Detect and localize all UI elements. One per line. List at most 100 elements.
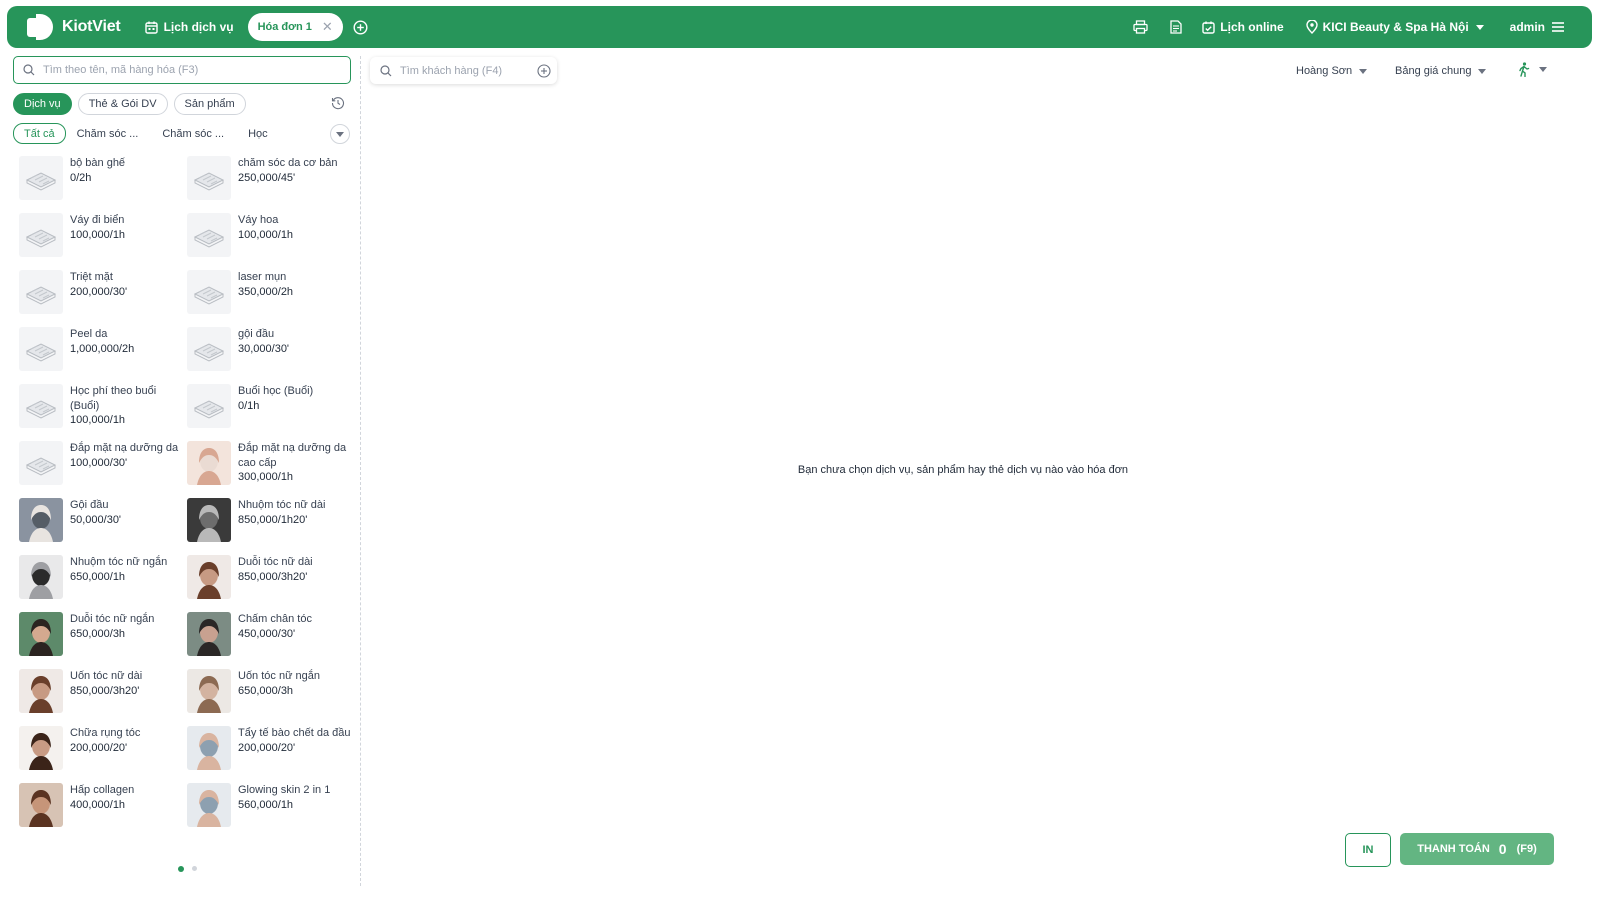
pay-shortcut: (F9) bbox=[1516, 843, 1537, 855]
pay-button-label: THANH TOÁN bbox=[1417, 843, 1490, 855]
customer-search-input[interactable] bbox=[398, 63, 532, 78]
calendar-icon bbox=[144, 21, 158, 34]
product-card[interactable]: Uốn tóc nữ dài 850,000/3h20' bbox=[19, 669, 187, 726]
online-schedule-link[interactable]: Lịch online bbox=[1202, 20, 1284, 34]
product-thumbnail bbox=[19, 555, 63, 599]
page-dot[interactable] bbox=[178, 866, 184, 872]
chevron-down-icon bbox=[1478, 68, 1487, 74]
product-card[interactable]: Đắp mặt nạ dưỡng da cao cấp 300,000/1h bbox=[187, 441, 355, 498]
branch-selector[interactable]: KICI Beauty & Spa Hà Nội bbox=[1305, 20, 1484, 34]
product-info: Học phí theo buổi (Buổi) 100,000/1h bbox=[70, 384, 187, 428]
product-price: 100,000/1h bbox=[238, 228, 294, 241]
search-icon bbox=[23, 64, 35, 76]
category-tab-cards-packages[interactable]: Thẻ & Gói DV bbox=[77, 93, 168, 115]
subcategory-item[interactable]: Chăm sóc ... bbox=[77, 128, 139, 140]
online-schedule-label: Lịch online bbox=[1220, 20, 1284, 34]
print-icon[interactable] bbox=[1133, 20, 1148, 34]
brand-logo[interactable]: KiotViet bbox=[27, 14, 121, 40]
product-info: Tẩy tế bào chết da đầu 200,000/20' bbox=[238, 726, 351, 755]
product-price: 850,000/3h20' bbox=[70, 684, 140, 697]
product-placeholder-icon bbox=[187, 213, 231, 257]
product-card[interactable]: Học phí theo buổi (Buổi) 100,000/1h bbox=[19, 384, 187, 441]
product-card[interactable]: Buổi học (Buổi) 0/1h bbox=[187, 384, 355, 441]
add-customer-icon[interactable] bbox=[537, 63, 551, 78]
product-card[interactable]: laser mụn 350,000/2h bbox=[187, 270, 355, 327]
product-card[interactable]: chăm sóc da cơ bản 250,000/45' bbox=[187, 156, 355, 213]
user-menu[interactable]: admin bbox=[1510, 20, 1564, 34]
product-placeholder-icon bbox=[19, 156, 63, 200]
product-info: laser mụn 350,000/2h bbox=[238, 270, 293, 299]
product-card[interactable]: Đắp mặt nạ dưỡng da 100,000/30' bbox=[19, 441, 187, 498]
product-info: Nhuộm tóc nữ dài 850,000/1h20' bbox=[238, 498, 325, 527]
product-card[interactable]: Gội đầu 50,000/30' bbox=[19, 498, 187, 555]
product-thumbnail bbox=[187, 669, 231, 713]
product-card[interactable]: bộ bàn ghế 0/2h bbox=[19, 156, 187, 213]
product-card[interactable]: Duỗi tóc nữ dài 850,000/3h20' bbox=[187, 555, 355, 612]
product-search-input[interactable] bbox=[41, 63, 325, 77]
product-card[interactable]: Nhuộm tóc nữ ngắn 650,000/1h bbox=[19, 555, 187, 612]
product-card[interactable]: Váy đi biển 100,000/1h bbox=[19, 213, 187, 270]
product-card[interactable]: Tẩy tế bào chết da đầu 200,000/20' bbox=[187, 726, 355, 783]
product-card[interactable]: gội đầu 30,000/30' bbox=[187, 327, 355, 384]
add-tab-icon[interactable] bbox=[353, 19, 368, 35]
product-name: Tẩy tế bào chết da đầu bbox=[238, 727, 351, 739]
chevron-down-icon bbox=[336, 131, 344, 137]
history-icon[interactable] bbox=[331, 96, 345, 110]
product-card[interactable]: Chấm chân tóc 450,000/30' bbox=[187, 612, 355, 669]
subcategory-item[interactable]: Chăm sóc ... bbox=[162, 128, 224, 140]
category-tab-products[interactable]: Sản phẩm bbox=[173, 93, 246, 115]
document-icon[interactable] bbox=[1170, 20, 1182, 34]
staff-select-value: Hoàng Sơn bbox=[1296, 65, 1353, 77]
product-grid: bộ bàn ghế 0/2h chăm sóc da cơ bản 250,000/… bbox=[19, 156, 355, 840]
product-card[interactable]: Duỗi tóc nữ ngắn 650,000/3h bbox=[19, 612, 187, 669]
price-list-value: Bảng giá chung bbox=[1395, 65, 1472, 77]
product-card[interactable]: Glowing skin 2 in 1 560,000/1h bbox=[187, 783, 355, 840]
subcategory-item[interactable]: Học bbox=[248, 128, 268, 140]
product-search[interactable] bbox=[13, 56, 351, 84]
product-name: Chấm chân tóc bbox=[238, 613, 312, 625]
invoice-tab-active[interactable]: Hóa đơn 1 ✕ bbox=[247, 13, 343, 41]
product-card[interactable]: Uốn tóc nữ ngắn 650,000/3h bbox=[187, 669, 355, 726]
product-card[interactable]: Váy hoa 100,000/1h bbox=[187, 213, 355, 270]
product-info: Duỗi tóc nữ ngắn 650,000/3h bbox=[70, 612, 154, 641]
product-thumbnail bbox=[19, 783, 63, 827]
product-price: 250,000/45' bbox=[238, 171, 296, 184]
walking-person-icon bbox=[1518, 62, 1530, 77]
product-thumbnail bbox=[187, 726, 231, 770]
close-tab-icon[interactable]: ✕ bbox=[322, 19, 333, 35]
product-thumbnail bbox=[187, 498, 231, 542]
product-price: 560,000/1h bbox=[238, 798, 294, 811]
product-info: Triệt mặt 200,000/30' bbox=[70, 270, 127, 299]
product-price: 400,000/1h bbox=[70, 798, 126, 811]
location-pin-icon bbox=[1305, 20, 1318, 34]
product-name: Buổi học (Buổi) bbox=[238, 385, 314, 397]
print-button[interactable]: IN bbox=[1345, 833, 1391, 867]
product-price: 650,000/1h bbox=[70, 570, 126, 583]
product-price: 650,000/3h bbox=[70, 627, 126, 640]
category-tab-services[interactable]: Dịch vụ bbox=[13, 93, 72, 115]
page-dot[interactable] bbox=[192, 866, 197, 871]
product-name: Triệt mặt bbox=[70, 271, 113, 283]
product-name: Nhuộm tóc nữ dài bbox=[238, 499, 326, 511]
product-card[interactable]: Hấp collagen 400,000/1h bbox=[19, 783, 187, 840]
product-card[interactable]: Chữa rụng tóc 200,000/20' bbox=[19, 726, 187, 783]
panel-divider bbox=[360, 56, 361, 886]
product-info: Đắp mặt nạ dưỡng da 100,000/30' bbox=[70, 441, 178, 470]
product-card[interactable]: Triệt mặt 200,000/30' bbox=[19, 270, 187, 327]
product-info: Váy hoa 100,000/1h bbox=[238, 213, 293, 242]
staff-select[interactable]: Hoàng Sơn bbox=[1296, 65, 1368, 77]
price-list-select[interactable]: Bảng giá chung bbox=[1395, 65, 1487, 77]
walking-mode-select[interactable] bbox=[1518, 62, 1547, 77]
customer-search[interactable] bbox=[370, 57, 557, 84]
subcategory-more-button[interactable] bbox=[330, 124, 350, 144]
pay-button[interactable]: THANH TOÁN 0 (F9) bbox=[1400, 833, 1554, 865]
product-info: Chấm chân tóc 450,000/30' bbox=[238, 612, 312, 641]
subcategory-all[interactable]: Tất cả bbox=[13, 123, 66, 144]
service-schedule-link[interactable]: Lịch dịch vụ bbox=[144, 20, 234, 34]
product-card[interactable]: Nhuộm tóc nữ dài 850,000/1h20' bbox=[187, 498, 355, 555]
product-card[interactable]: Peel da 1,000,000/2h bbox=[19, 327, 187, 384]
product-name: Học phí theo buổi (Buổi) bbox=[70, 385, 157, 412]
product-name: Duỗi tóc nữ dài bbox=[238, 556, 313, 568]
product-info: chăm sóc da cơ bản 250,000/45' bbox=[238, 156, 338, 185]
product-name: Váy đi biển bbox=[70, 214, 125, 226]
